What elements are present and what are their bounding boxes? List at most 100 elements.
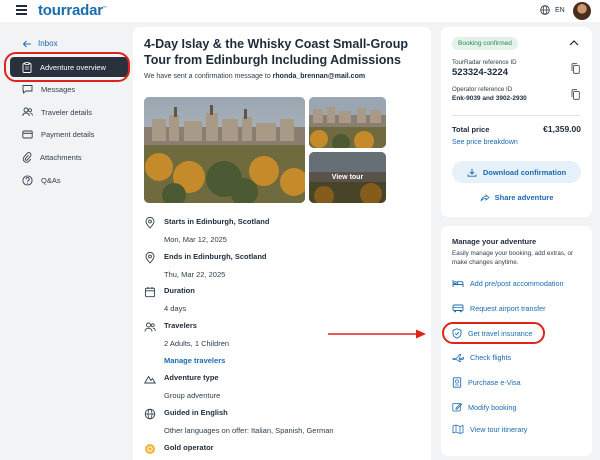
detail-duration: Duration 4 days — [144, 286, 195, 313]
action-check-flights[interactable]: Check flights — [452, 353, 511, 362]
detail-label: Guided in English — [164, 408, 228, 417]
users-icon — [22, 107, 33, 117]
language-selector[interactable]: EN — [540, 5, 565, 15]
detail-label: Starts in Edinburgh, Scotland — [164, 217, 270, 226]
avatar[interactable] — [573, 2, 591, 20]
tourradar-logo[interactable]: tourradar™ — [38, 2, 107, 19]
action-purchase-evisa[interactable]: Purchase e-Visa — [452, 377, 521, 388]
action-airport-transfer[interactable]: Request airport transfer — [452, 304, 546, 313]
paperclip-icon — [22, 151, 32, 163]
sidebar-item-label: Messages — [41, 84, 76, 94]
download-confirmation-button[interactable]: Download confirmation — [452, 161, 581, 183]
action-view-itinerary[interactable]: View tour itinerary — [452, 424, 527, 434]
sidebar-item-payment-details[interactable]: Payment details — [10, 124, 128, 144]
operator-ref-label: Operator reference ID — [452, 86, 513, 93]
tour-photo-illustration — [144, 97, 305, 203]
detail-value: Group adventure — [164, 391, 221, 400]
detail-value: Mon, Mar 12, 2025 — [164, 235, 227, 244]
hamburger-icon[interactable] — [16, 5, 27, 15]
detail-gold-operator: Gold operator — [144, 443, 214, 455]
action-add-accommodation[interactable]: Add pre/post accommodation — [452, 279, 564, 288]
detail-label: Gold operator — [164, 443, 214, 452]
page-title: 4-Day Islay & the Whisky Coast Small-Gro… — [144, 37, 408, 67]
detail-guided: Guided in English Other languages on offe… — [144, 408, 334, 435]
manage-title: Manage your adventure — [452, 237, 537, 246]
detail-travelers: Travelers 2 Adults, 1 Children Manage trav… — [144, 321, 229, 365]
edit-icon — [452, 402, 462, 412]
share-icon — [480, 193, 490, 201]
sidebar-item-label: Traveler details — [41, 107, 92, 117]
confirmation-message: We have sent a confirmation message to r… — [144, 73, 366, 80]
sidebar-item-qas[interactable]: Q&As — [10, 170, 128, 190]
action-label: Modify booking — [468, 402, 517, 412]
calendar-icon — [145, 287, 155, 298]
chevron-up-icon[interactable] — [569, 39, 579, 46]
detail-label: Duration — [164, 286, 195, 295]
globe-icon — [144, 408, 156, 420]
inbox-label: Inbox — [38, 39, 58, 48]
download-icon — [467, 168, 477, 177]
share-adventure-label: Share adventure — [494, 193, 554, 202]
back-to-inbox-link[interactable]: Inbox — [22, 39, 58, 48]
tour-photo-illustration — [309, 97, 386, 148]
action-label: Purchase e-Visa — [468, 378, 521, 387]
price-breakdown-link[interactable]: See price breakdown — [452, 139, 518, 146]
manage-description: Easily manage your booking, add extras, … — [452, 250, 574, 266]
sidebar-item-label: Q&As — [41, 175, 61, 185]
plane-icon — [452, 353, 464, 362]
confirmation-email: rhonda_brennan@mail.com — [272, 73, 366, 80]
sidebar-item-messages[interactable]: Messages — [10, 79, 128, 99]
annotation-arrow — [328, 329, 426, 339]
globe-icon — [540, 5, 550, 15]
detail-value: 2 Adults, 1 Children — [164, 339, 230, 348]
mountain-icon — [144, 375, 156, 384]
manage-travelers-link[interactable]: Manage travelers — [164, 356, 229, 365]
sidebar-item-label: Attachments — [40, 152, 82, 162]
status-badge: Booking confirmed — [452, 37, 518, 50]
bus-icon — [452, 304, 464, 313]
top-bar: tourradar™ EN — [0, 0, 600, 22]
copy-icon[interactable] — [571, 89, 580, 100]
arrow-left-icon — [22, 40, 31, 47]
view-tour-button[interactable]: View tour — [309, 152, 386, 203]
operator-ref-value: Enk-9039 and 3902-2930 — [452, 95, 527, 102]
booking-summary-card: Booking confirmed TourRadar reference ID… — [441, 27, 592, 217]
tourradar-ref-value: 523324-3224 — [452, 67, 508, 78]
sidebar-item-traveler-details[interactable]: Traveler details — [10, 102, 128, 122]
main-content-card: 4-Day Islay & the Whisky Coast Small-Gro… — [133, 27, 431, 460]
detail-value: 4 days — [164, 304, 187, 313]
sidebar-item-attachments[interactable]: Attachments — [10, 147, 128, 167]
detail-label: Ends in Edinburgh, Scotland — [164, 252, 267, 261]
passport-icon — [452, 377, 462, 388]
location-pin-icon — [145, 217, 155, 229]
download-confirmation-label: Download confirmation — [482, 167, 567, 177]
detail-end: Ends in Edinburgh, Scotland Thu, Mar 22, … — [144, 252, 267, 279]
users-icon — [144, 322, 156, 332]
detail-label: Travelers — [164, 321, 197, 330]
action-label: View tour itinerary — [470, 424, 528, 434]
bed-icon — [452, 280, 464, 287]
detail-adventure-type: Adventure type Group adventure — [144, 373, 220, 400]
share-adventure-button[interactable]: Share adventure — [441, 193, 592, 202]
tour-photo-thumbnail[interactable]: View tour — [309, 152, 386, 203]
detail-label: Adventure type — [164, 373, 219, 382]
total-price-label: Total price — [452, 125, 490, 134]
total-price-value: €1,359.00 — [543, 124, 581, 134]
action-label: Request airport transfer — [470, 304, 546, 313]
detail-start: Starts in Edinburgh, Scotland Mon, Mar 12… — [144, 217, 269, 244]
messages-icon — [22, 85, 33, 94]
copy-icon[interactable] — [571, 63, 580, 74]
action-modify-booking[interactable]: Modify booking — [452, 402, 516, 412]
sidebar-item-label: Payment details — [41, 129, 95, 139]
divider — [452, 115, 581, 116]
map-icon — [452, 424, 464, 434]
action-label: Add pre/post accommodation — [470, 279, 564, 288]
tour-photo-thumbnail[interactable] — [309, 97, 386, 148]
language-label: EN — [555, 6, 565, 14]
tour-photo-main[interactable] — [144, 97, 305, 203]
detail-value: Other languages on offer: Italian, Spani… — [164, 426, 334, 435]
action-label: Check flights — [470, 353, 512, 362]
location-pin-icon — [145, 252, 155, 264]
question-icon — [22, 174, 33, 186]
sidebar: Inbox Adventure overview Messages Travel… — [0, 22, 140, 460]
